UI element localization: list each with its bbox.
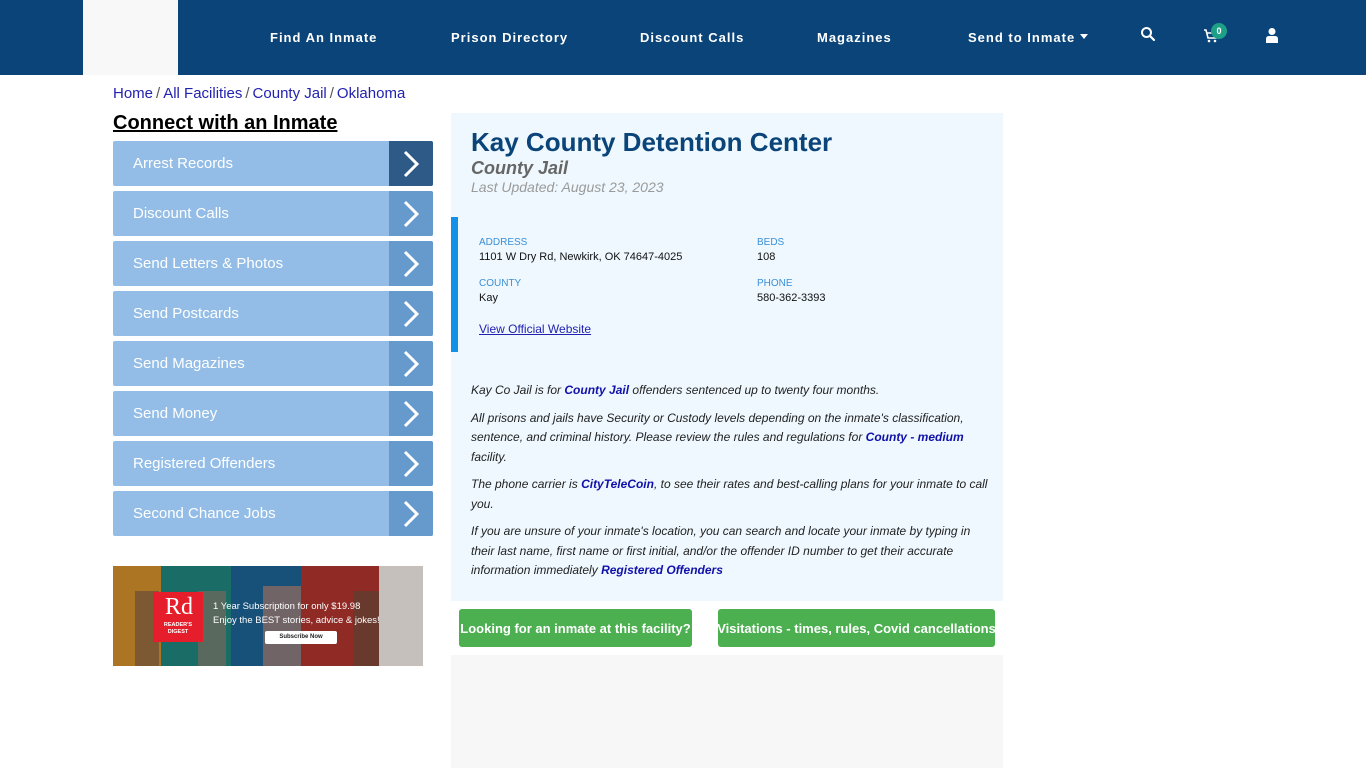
nav-label: Send to Inmate	[968, 30, 1076, 45]
county-jail-link[interactable]: County Jail	[564, 383, 629, 397]
sidebar-item-send-letters-photos[interactable]: Send Letters & Photos	[113, 241, 433, 286]
chevron-right-icon	[389, 241, 433, 286]
breadcrumb-separator: /	[156, 85, 161, 102]
breadcrumb-oklahoma[interactable]: Oklahoma	[337, 85, 405, 102]
sidebar-title: Connect with an Inmate	[113, 112, 338, 134]
breadcrumb: Home / All Facilities / County Jail / Oklahoma	[113, 85, 405, 102]
ad-brand-logo: Rd	[164, 594, 193, 620]
search-icon	[1141, 27, 1156, 42]
top-navigation-bar: Find An Inmate Prison Directory Discount…	[0, 0, 1366, 75]
chevron-right-icon	[389, 441, 433, 486]
ad-line-1: 1 Year Subscription for only $19.98	[213, 601, 361, 612]
sidebar-item-label: Send Magazines	[133, 355, 245, 372]
user-icon	[1266, 28, 1278, 43]
last-updated: Last Updated: August 23, 2023	[471, 179, 664, 195]
beds-label: BEDS	[757, 237, 785, 248]
sidebar-item-discount-calls[interactable]: Discount Calls	[113, 191, 433, 236]
sidebar-item-arrest-records[interactable]: Arrest Records	[113, 141, 433, 186]
text: The phone carrier is	[471, 477, 582, 491]
breadcrumb-all-facilities[interactable]: All Facilities	[163, 85, 242, 102]
chevron-right-icon	[389, 491, 433, 536]
sidebar-item-label: Send Postcards	[133, 305, 239, 322]
facility-name: Kay County Detention Center	[471, 127, 833, 157]
nav-prison-directory[interactable]: Prison Directory	[451, 30, 568, 45]
visitations-button[interactable]: Visitations - times, rules, Covid cancel…	[717, 609, 996, 647]
phone-label: PHONE	[757, 278, 793, 289]
sidebar-item-send-money[interactable]: Send Money	[113, 391, 433, 436]
sidebar-item-label: Send Letters & Photos	[133, 255, 284, 272]
text: offenders sentenced up to twenty four mo…	[629, 383, 880, 397]
facility-card: Kay County Detention Center County Jail …	[451, 113, 1003, 601]
chevron-right-icon	[389, 141, 433, 186]
address-value: 1101 W Dry Rd, Newkirk, OK 74647-4025	[479, 251, 683, 263]
county-label: COUNTY	[479, 278, 522, 289]
nav-send-to-inmate[interactable]: Send to Inmate	[968, 30, 1089, 45]
text: Kay Co Jail is for	[471, 383, 565, 397]
breadcrumb-county-jail[interactable]: County Jail	[253, 85, 327, 102]
description-paragraph: All prisons and jails have Security or C…	[471, 409, 996, 468]
nav-magazines[interactable]: Magazines	[817, 30, 892, 45]
cart-count-badge: 0	[1211, 23, 1227, 39]
sidebar-item-send-magazines[interactable]: Send Magazines	[113, 341, 433, 386]
county-medium-link[interactable]: County - medium	[866, 430, 964, 444]
nav-label: Discount Calls	[640, 30, 745, 45]
chevron-right-icon	[389, 341, 433, 386]
chevron-right-icon	[389, 391, 433, 436]
sidebar-menu: Arrest Records Discount Calls Send Lette…	[113, 141, 433, 541]
citytelecoin-link[interactable]: CityTeleCoin	[581, 477, 654, 491]
breadcrumb-separator: /	[329, 85, 334, 102]
sidebar-item-registered-offenders[interactable]: Registered Offenders	[113, 441, 433, 486]
content-placeholder	[451, 655, 1003, 768]
registered-offenders-link[interactable]: Registered Offenders	[601, 563, 723, 577]
facility-type: County Jail	[471, 158, 569, 178]
breadcrumb-home[interactable]: Home	[113, 85, 153, 102]
ad-subscribe-button[interactable]: Subscribe Now	[265, 631, 337, 644]
site-logo[interactable]	[83, 0, 178, 75]
view-official-website-link[interactable]: View Official Website	[479, 322, 591, 336]
caret-down-icon	[1080, 34, 1089, 40]
search-button[interactable]	[1140, 26, 1160, 46]
ad-brand-name: READER'S DIGEST	[163, 622, 193, 635]
facility-description: Kay Co Jail is for County Jail offenders…	[471, 381, 996, 589]
sidebar-item-label: Send Money	[133, 405, 218, 422]
phone-value: 580-362-3393	[757, 292, 826, 304]
chevron-right-icon	[389, 191, 433, 236]
description-paragraph: The phone carrier is CityTeleCoin, to se…	[471, 475, 996, 514]
breadcrumb-separator: /	[245, 85, 250, 102]
sidebar-item-send-postcards[interactable]: Send Postcards	[113, 291, 433, 336]
account-button[interactable]	[1265, 27, 1285, 47]
sidebar-item-label: Arrest Records	[133, 155, 234, 172]
nav-label: Prison Directory	[451, 30, 569, 45]
nav-discount-calls[interactable]: Discount Calls	[640, 30, 744, 45]
chevron-right-icon	[389, 291, 433, 336]
beds-value: 108	[757, 251, 776, 263]
text: facility.	[471, 449, 507, 464]
facility-info-box: ADDRESS 1101 W Dry Rd, Newkirk, OK 74647…	[451, 217, 1003, 352]
sidebar-item-label: Registered Offenders	[133, 455, 276, 472]
address-label: ADDRESS	[479, 237, 528, 248]
find-inmate-at-facility-button[interactable]: Looking for an inmate at this facility?	[459, 609, 692, 647]
description-paragraph: If you are unsure of your inmate's locat…	[471, 522, 996, 581]
county-value: Kay	[479, 292, 498, 304]
nav-label: Magazines	[817, 30, 892, 45]
nav-find-an-inmate[interactable]: Find An Inmate	[270, 30, 377, 45]
sidebar-item-label: Discount Calls	[133, 205, 229, 222]
sidebar-item-second-chance-jobs[interactable]: Second Chance Jobs	[113, 491, 433, 536]
readers-digest-ad-banner[interactable]: Rd READER'S DIGEST 1 Year Subscription f…	[113, 566, 423, 666]
ad-line-2: Enjoy the BEST stories, advice & jokes!	[213, 615, 380, 626]
description-paragraph: Kay Co Jail is for County Jail offenders…	[471, 381, 996, 401]
sidebar-item-label: Second Chance Jobs	[133, 505, 276, 522]
nav-label: Find An Inmate	[270, 30, 378, 45]
